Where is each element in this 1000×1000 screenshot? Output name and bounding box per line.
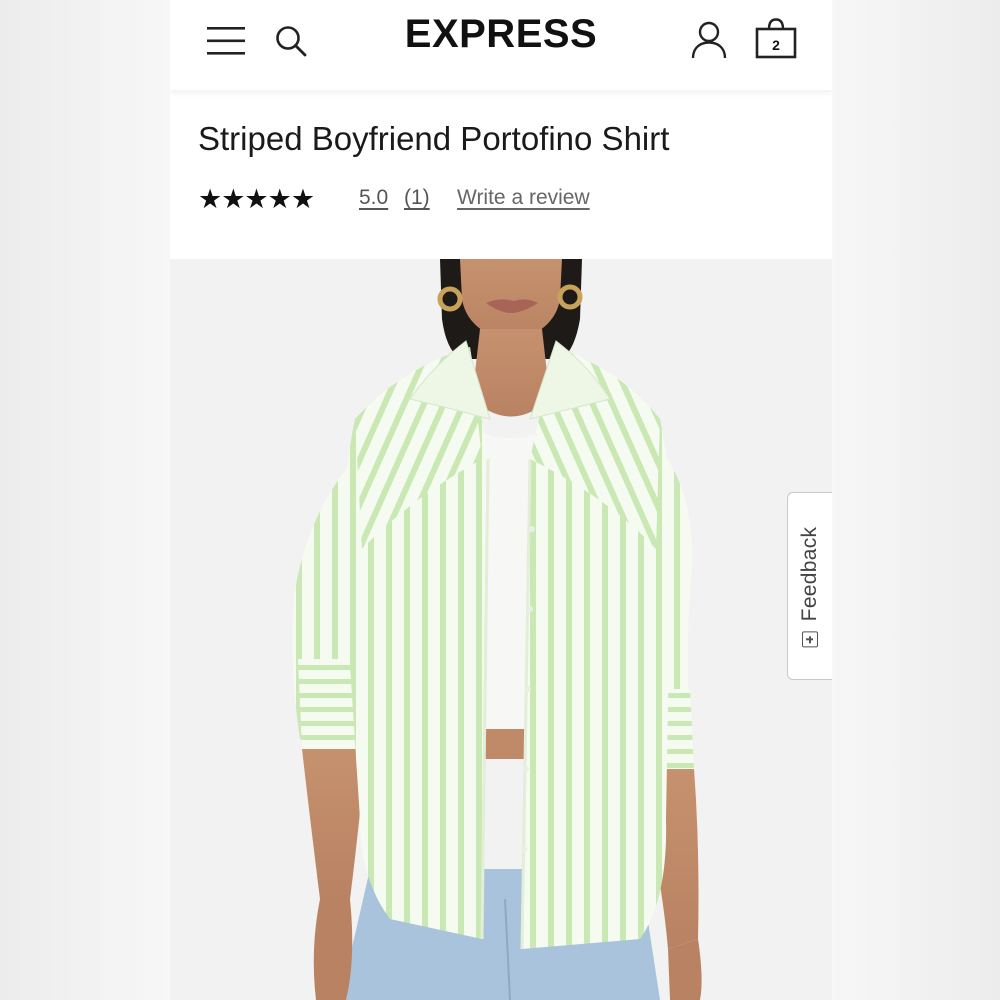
product-page: EXPRESS 2 Striped Boyfriend Portofino Sh… — [170, 0, 832, 1000]
feedback-tab-content: Feedback — [798, 527, 822, 648]
feedback-plus-icon — [802, 631, 818, 648]
model-photo-illustration — [170, 259, 832, 1000]
feedback-label: Feedback — [798, 526, 821, 622]
brand-logo[interactable]: EXPRESS — [170, 12, 832, 57]
feedback-tab[interactable]: Feedback — [787, 492, 832, 680]
cart-count-badge: 2 — [772, 37, 780, 53]
product-image[interactable] — [170, 259, 832, 1000]
star-rating-icon: ★★★★★ — [198, 184, 315, 215]
product-title: Striped Boyfriend Portofino Shirt — [198, 120, 670, 157]
site-header: EXPRESS 2 — [170, 0, 832, 90]
write-review-link[interactable]: Write a review — [457, 186, 590, 210]
user-icon[interactable] — [690, 20, 728, 60]
review-count-link[interactable]: (1) — [404, 186, 430, 210]
rating-score-link[interactable]: 5.0 — [359, 186, 388, 210]
